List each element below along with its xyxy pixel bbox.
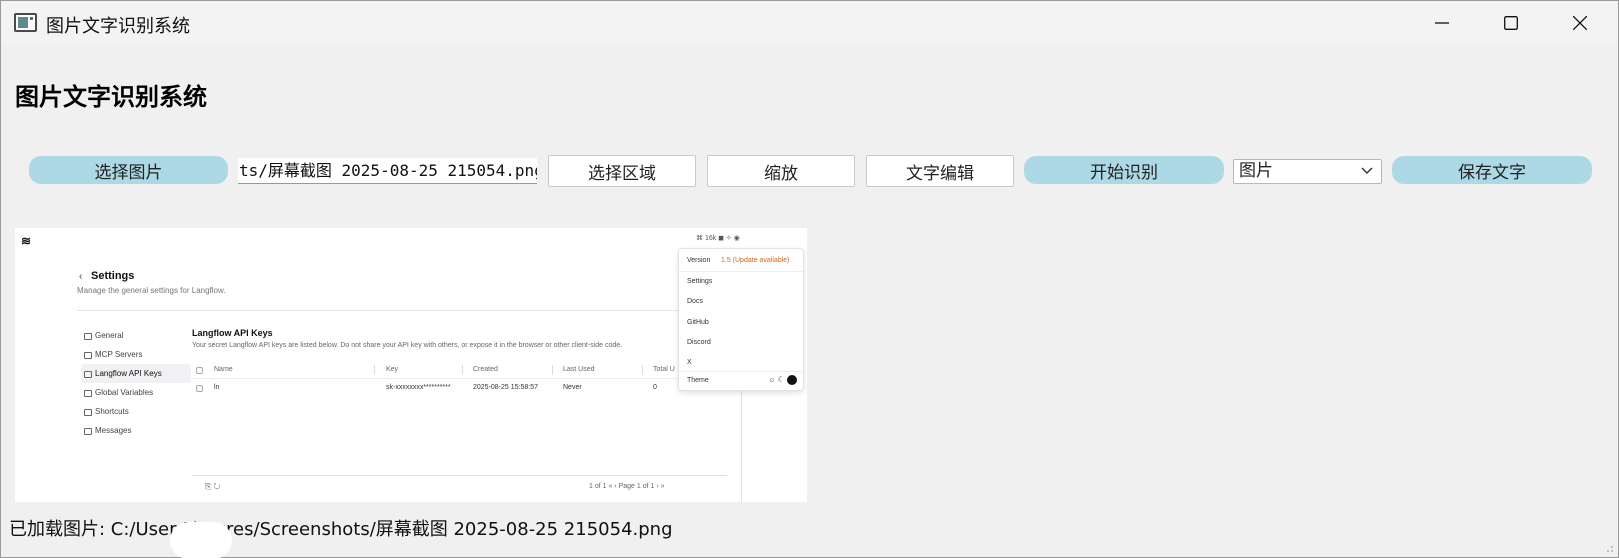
menu-item: Theme xyxy=(687,377,709,384)
theme-icon-glyphs: ☼ ☾ xyxy=(768,375,785,385)
menu-item: X xyxy=(687,359,692,366)
text-edit-button[interactable]: 文字编辑 xyxy=(866,155,1014,187)
preview-nav-item: Shortcuts xyxy=(81,402,191,421)
minimize-button[interactable] xyxy=(1408,1,1476,45)
preview-nav-item-active: Langflow API Keys xyxy=(81,364,191,383)
maximize-icon xyxy=(1504,16,1518,30)
table-cell: 0 xyxy=(653,384,657,391)
divider xyxy=(679,371,803,372)
menu-item: Settings xyxy=(687,278,713,285)
redaction-mask xyxy=(170,522,232,558)
table-cell: 2025-08-25 15:58:57 xyxy=(473,384,538,391)
status-bar-text: 已加载图片: C:/User Pictures/Screenshots/屏幕截图… xyxy=(9,519,673,540)
table-cell: sk-xxxxxxxx********** xyxy=(386,384,451,391)
start-ocr-button[interactable]: 开始识别 xyxy=(1024,156,1224,184)
close-button[interactable] xyxy=(1546,1,1614,45)
image-path-field[interactable]: ts/屏幕截图 2025-08-25 215054.png xyxy=(238,158,537,184)
preview-table-header: Name Key Created Last Used Total U xyxy=(192,365,727,379)
mode-select-value: 图片 xyxy=(1239,161,1273,181)
chevron-down-icon xyxy=(1361,167,1373,174)
minimize-icon xyxy=(1435,22,1449,24)
zoom-button[interactable]: 缩放 xyxy=(707,155,855,187)
theme-icons: ☼ ☾ xyxy=(768,375,797,385)
dark-theme-icon xyxy=(787,375,797,385)
menu-item: Docs xyxy=(687,298,703,305)
divider xyxy=(192,475,727,476)
preview-sidebar: General MCP Servers Langflow API Keys Gl… xyxy=(81,326,191,440)
divider xyxy=(679,271,803,272)
preview-settings-title: Settings xyxy=(91,270,135,282)
preview-settings-subtitle: Manage the general settings for Langflow… xyxy=(77,286,226,295)
app-icon xyxy=(14,13,37,32)
divider xyxy=(741,388,742,502)
preview-pagination: 1 of 1 « ‹ Page 1 of 1 › » xyxy=(589,483,665,490)
table-header-cell: Key xyxy=(386,366,399,373)
title-bar: 图片文字识别系统 xyxy=(1,1,1618,45)
checkbox-icon xyxy=(196,367,203,374)
app-window: 图片文字识别系统 图片文字识别系统 选择图片 ts/屏幕截图 2025-08-2… xyxy=(0,0,1619,558)
column-divider xyxy=(462,365,463,375)
column-divider xyxy=(642,365,643,375)
back-icon: ‹ xyxy=(79,271,83,282)
preview-keys-description: Your secret Langflow API keys are listed… xyxy=(192,342,623,349)
select-region-button[interactable]: 选择区域 xyxy=(548,155,696,187)
window-title: 图片文字识别系统 xyxy=(46,16,190,37)
table-cell: Never xyxy=(563,384,582,391)
divider xyxy=(77,310,756,311)
save-text-button[interactable]: 保存文字 xyxy=(1392,156,1592,184)
menu-version-label: Version xyxy=(687,257,711,264)
preview-nav-item: Messages xyxy=(81,421,191,440)
table-header-cell: Name xyxy=(214,366,233,373)
table-row: ln sk-xxxxxxxx********** 2025-08-25 15:5… xyxy=(192,383,727,397)
page-heading: 图片文字识别系统 xyxy=(15,83,207,111)
preview-dropdown-menu: Version 1.5 (Update available) Settings … xyxy=(678,248,804,391)
maximize-button[interactable] xyxy=(1477,1,1545,45)
preview-footer-icons: ⎘ ↻ xyxy=(205,482,221,491)
table-header-cell: Total U xyxy=(653,366,675,373)
menu-item: GitHub xyxy=(687,319,709,326)
resize-grip-icon[interactable] xyxy=(1604,543,1614,553)
preview-nav-item: MCP Servers xyxy=(81,345,191,364)
preview-top-icons: ⌘ 16k ◼ ✧ ◉ xyxy=(696,235,740,242)
langflow-logo-icon: ≋ xyxy=(21,234,32,248)
checkbox-icon xyxy=(196,385,203,392)
menu-version-value: 1.5 (Update available) xyxy=(721,257,790,264)
menu-item: Discord xyxy=(687,339,711,346)
image-preview[interactable]: ≋ ⌘ 16k ◼ ✧ ◉ ‹ Settings Manage the gene… xyxy=(15,228,807,502)
mode-select[interactable]: 图片 xyxy=(1233,159,1382,184)
table-header-cell: Last Used xyxy=(563,366,595,373)
preview-keys-title: Langflow API Keys xyxy=(192,328,273,338)
close-icon xyxy=(1573,16,1587,30)
column-divider xyxy=(374,365,375,375)
preview-nav-item: General xyxy=(81,326,191,345)
preview-nav-item: Global Variables xyxy=(81,383,191,402)
table-header-cell: Created xyxy=(473,366,498,373)
select-image-button[interactable]: 选择图片 xyxy=(29,156,228,184)
table-cell: ln xyxy=(214,384,220,391)
column-divider xyxy=(552,365,553,375)
